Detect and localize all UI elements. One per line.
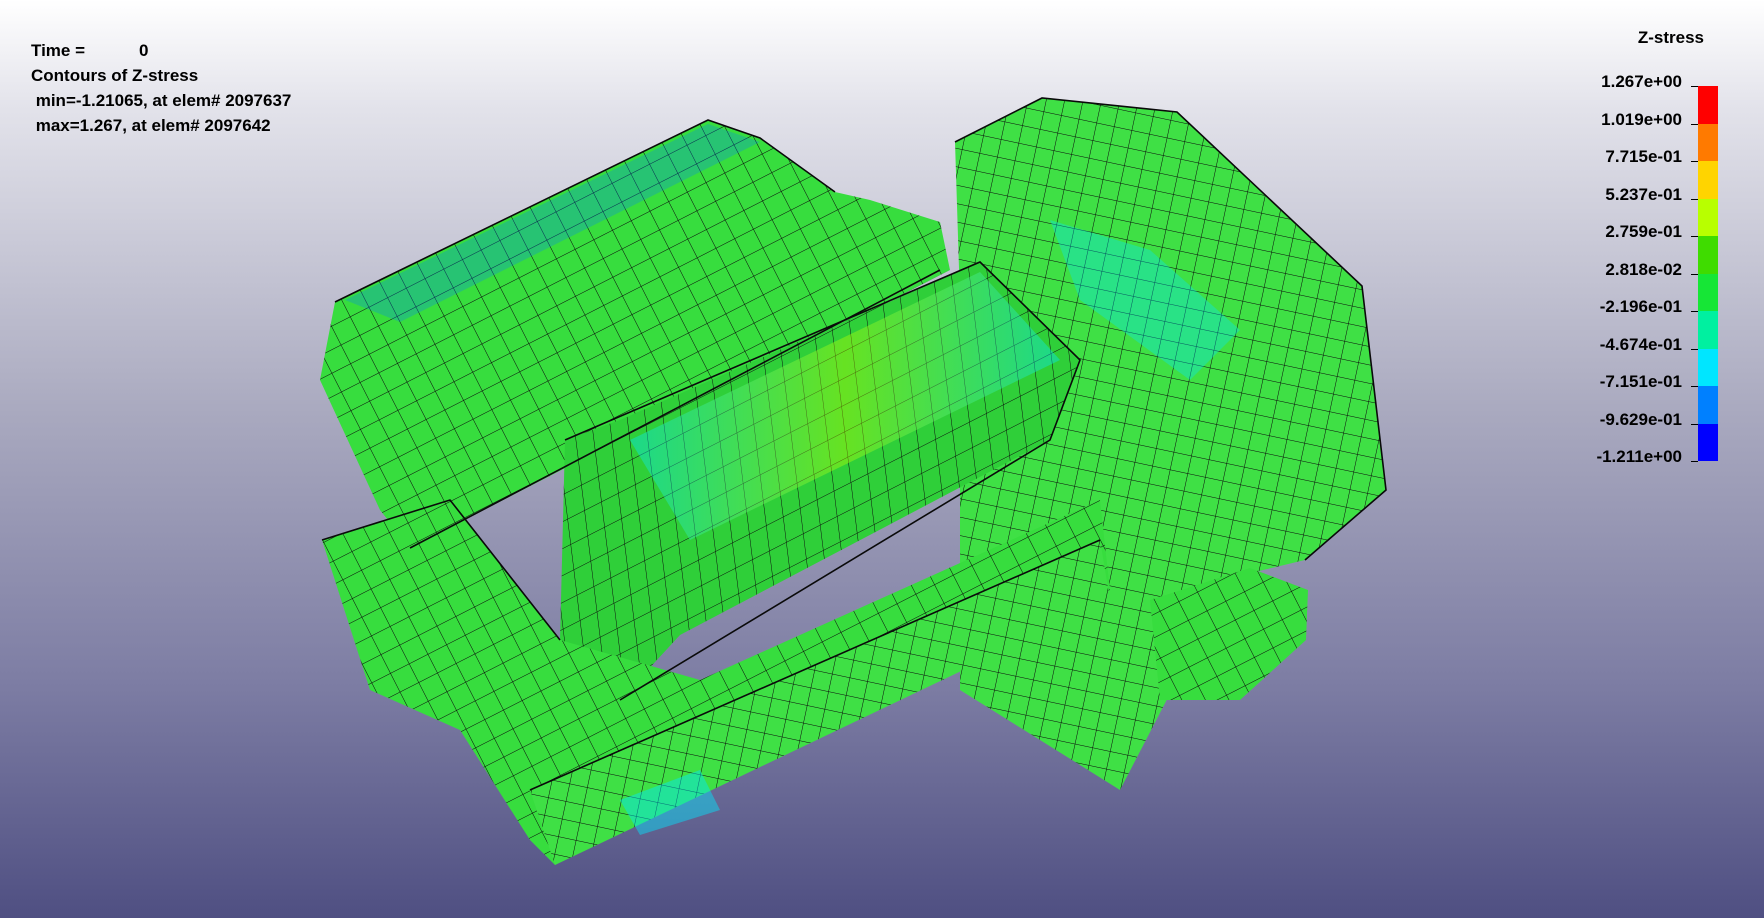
legend-label: -2.196e-01 (1599, 297, 1682, 316)
legend-tick (1691, 273, 1698, 275)
legend-title: Z-stress (1637, 28, 1704, 47)
legend-color-swatch (1698, 198, 1718, 236)
legend-color-swatch (1698, 236, 1718, 274)
result-info-panel: Time = 0 Contours of Z-stress min=-1.2106… (31, 38, 291, 138)
legend-label: 2.759e-01 (1605, 222, 1682, 241)
legend-color-swatch (1698, 161, 1718, 199)
time-readout: Time = 0 (31, 38, 291, 63)
legend-label: -9.629e-01 (1599, 409, 1682, 429)
legend-label: 5.237e-01 (1605, 184, 1682, 204)
legend-label: 1.267e+00 (1601, 72, 1682, 91)
legend-tick (1691, 311, 1698, 312)
legend-tick (1691, 423, 1698, 425)
legend-tick (1691, 161, 1698, 162)
legend-label: -4.674e-01 (1599, 334, 1682, 354)
legend-tick (1691, 123, 1698, 125)
legend-color-swatch (1698, 123, 1718, 161)
legend-tick (1691, 86, 1698, 87)
time-label: Time = (31, 41, 86, 60)
legend-color-swatch (1698, 311, 1718, 349)
legend-tick (1691, 198, 1698, 200)
legend-label: -7.151e-01 (1599, 372, 1682, 391)
legend-tick (1691, 348, 1698, 350)
legend-label: -1.211e+00 (1596, 447, 1682, 466)
legend-label: 1.019e+00 (1601, 109, 1682, 129)
legend-color-swatch (1698, 386, 1718, 424)
legend-tick (1691, 236, 1698, 237)
contour-title: Contours of Z-stress (31, 66, 199, 85)
max-readout: max=1.267, at elem# 2097642 (31, 116, 271, 135)
legend-label: 7.715e-01 (1605, 147, 1682, 166)
contour-legend: Z-stress 1.267e+00 1.019e+00 7.715e-01 5.23… (1478, 28, 1718, 468)
time-value: 0 (139, 41, 149, 60)
legend-tick (1691, 461, 1698, 462)
legend-color-swatch (1698, 423, 1718, 461)
legend-label: 2.818e-02 (1605, 259, 1682, 279)
min-readout: min=-1.21065, at elem# 2097637 (31, 91, 292, 110)
legend-tick (1691, 386, 1698, 387)
legend-color-swatch (1698, 86, 1718, 124)
legend-color-swatch (1698, 273, 1718, 311)
legend-color-swatch (1698, 348, 1718, 386)
